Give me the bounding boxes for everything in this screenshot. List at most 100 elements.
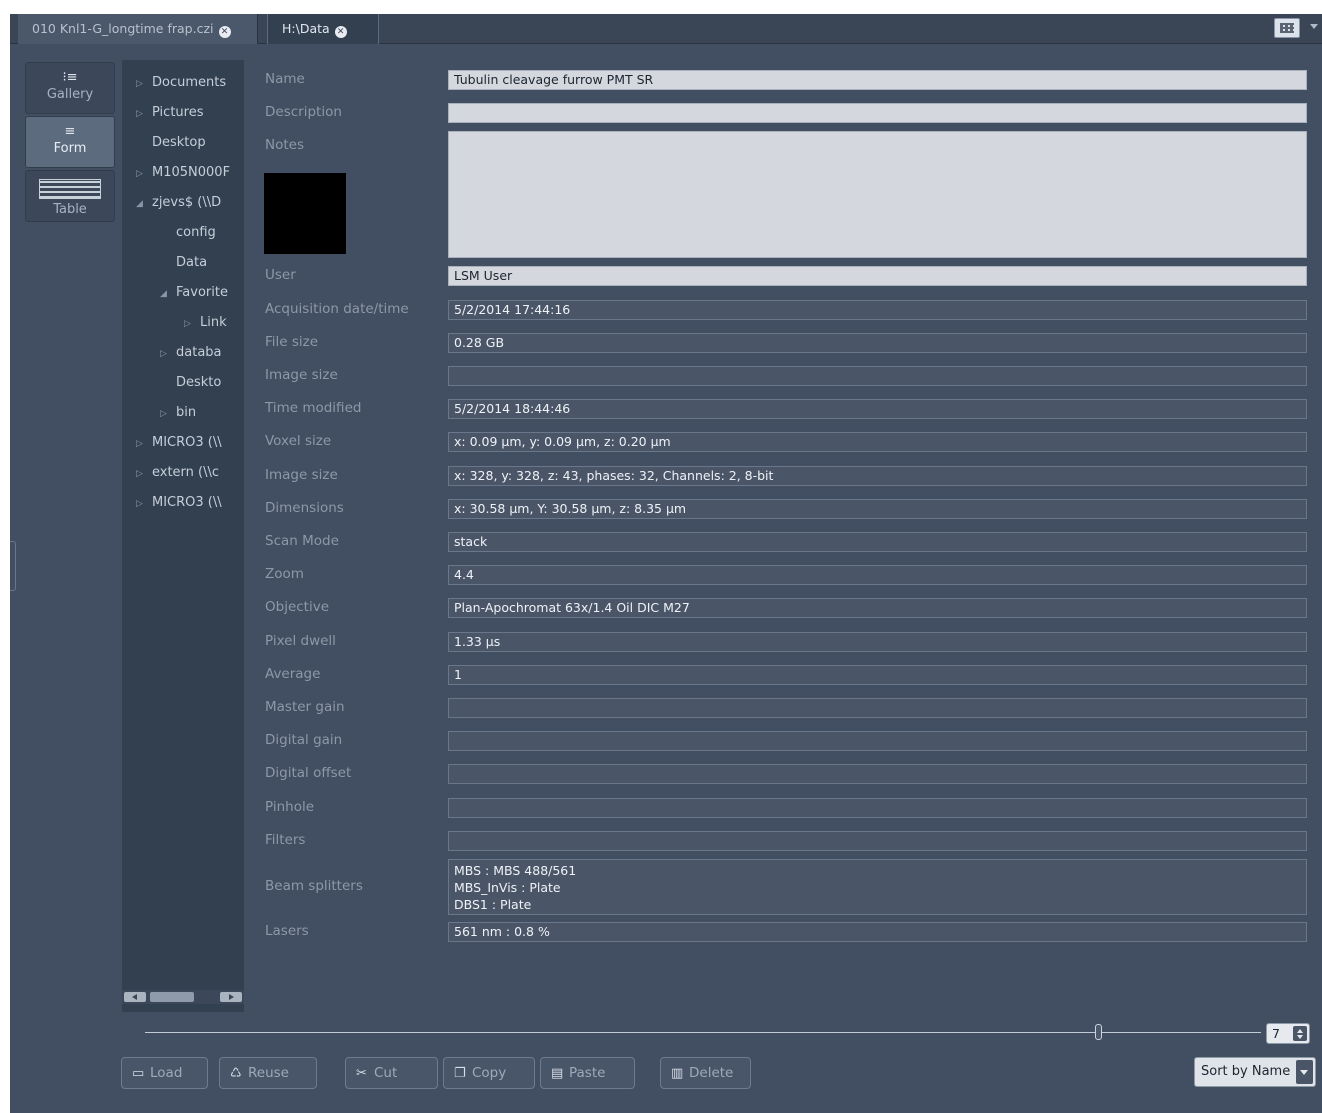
gallery-icon: ⁝≡: [62, 70, 78, 85]
tab-label: 010 Knl1-G_longtime frap.czi: [32, 21, 214, 36]
average-label: Average: [265, 666, 321, 682]
table-view-button[interactable]: Table: [25, 170, 115, 222]
tree-item[interactable]: ▷ Pictures: [136, 98, 203, 128]
tree-item[interactable]: ◢ Favorite: [160, 278, 228, 308]
delete-button[interactable]: ▥ Delete: [660, 1057, 751, 1089]
collapse-arrow-icon[interactable]: ◢: [160, 279, 176, 309]
view-switcher: ⁝≡ Gallery ≡ Form Table: [25, 62, 115, 224]
image-size-label-2: Image size: [265, 467, 338, 483]
digital-gain-label: Digital gain: [265, 732, 343, 748]
form-icon: ≡: [64, 124, 76, 139]
voxel-size-label: Voxel size: [265, 433, 332, 449]
description-field[interactable]: [448, 103, 1307, 123]
collapse-arrow-icon[interactable]: ◢: [136, 189, 152, 219]
folder-tree: ▷ Documents ▷ Pictures Desktop ▷ M105N000F …: [122, 60, 244, 1012]
image-thumbnail: [264, 173, 346, 254]
paste-button[interactable]: ▤ Paste: [540, 1057, 635, 1089]
tree-item[interactable]: Data: [176, 248, 207, 278]
user-label: User: [265, 267, 296, 283]
image-size-label: Image size: [265, 367, 338, 383]
zoom-field: 4.4: [448, 565, 1307, 585]
gallery-view-button[interactable]: ⁝≡ Gallery: [25, 62, 115, 114]
expand-arrow-icon[interactable]: ▷: [136, 459, 152, 489]
filters-label: Filters: [265, 832, 306, 848]
pixel-dwell-label: Pixel dwell: [265, 633, 336, 649]
tree-item[interactable]: ▷ M105N000F: [136, 158, 230, 188]
sort-dropdown[interactable]: Sort by Name: [1194, 1057, 1316, 1087]
slider-thumb[interactable]: [1095, 1024, 1102, 1040]
notes-field[interactable]: [448, 131, 1307, 258]
description-label: Description: [265, 104, 342, 120]
close-icon[interactable]: ✕: [334, 26, 347, 38]
digital-offset-field: [448, 764, 1307, 784]
expand-arrow-icon[interactable]: ▷: [184, 309, 200, 339]
pixel-dwell-field: 1.33 µs: [448, 632, 1307, 652]
file-size-field: 0.28 GB: [448, 333, 1307, 353]
expand-arrow-icon[interactable]: ▷: [136, 99, 152, 129]
scissors-icon: ✂: [356, 1066, 367, 1081]
tree-item[interactable]: ▷ MICRO3 (\\: [136, 488, 222, 518]
grid-view-menu-button[interactable]: [1274, 18, 1300, 38]
trash-icon: ▥: [671, 1066, 684, 1081]
file-browser-window: 010 Knl1-G_longtime frap.czi ✕ H:\Data ✕ ⁝…: [10, 14, 1322, 1113]
chevron-down-icon[interactable]: [1310, 24, 1318, 29]
beam-splitter-line: DBS1 : Plate: [454, 897, 532, 912]
scrollbar-thumb[interactable]: [150, 992, 194, 1002]
image-size-field: [448, 366, 1307, 386]
gallery-label: Gallery: [46, 87, 94, 102]
scan-mode-label: Scan Mode: [265, 533, 339, 549]
scroll-left-icon[interactable]: [124, 992, 146, 1002]
panel-collapse-handle[interactable]: [10, 541, 16, 591]
reuse-button[interactable]: ♺ Reuse: [219, 1057, 317, 1089]
pinhole-label: Pinhole: [265, 799, 315, 815]
grid-icon: [1280, 23, 1294, 33]
stepper-value: 7: [1272, 1026, 1280, 1041]
tab-czi-file[interactable]: 010 Knl1-G_longtime frap.czi ✕: [18, 14, 258, 44]
acquisition-datetime-label: Acquisition date/time: [265, 301, 409, 317]
tree-item[interactable]: ▷ Documents: [136, 68, 226, 98]
sort-label: Sort by Name: [1201, 1064, 1291, 1079]
close-icon[interactable]: ✕: [218, 26, 231, 38]
tree-horizontal-scrollbar[interactable]: [122, 990, 244, 1004]
scroll-right-icon[interactable]: [220, 992, 242, 1002]
expand-arrow-icon[interactable]: ▷: [136, 489, 152, 519]
name-field[interactable]: Tubulin cleavage furrow PMT SR: [448, 70, 1307, 90]
expand-arrow-icon[interactable]: ▷: [160, 339, 176, 369]
thumbnail-size-stepper[interactable]: 7: [1266, 1023, 1310, 1044]
form-view-button[interactable]: ≡ Form: [25, 116, 115, 168]
tree-item[interactable]: ▷ MICRO3 (\\: [136, 428, 222, 458]
copy-icon: ❐: [454, 1066, 466, 1081]
acquisition-datetime-field: 5/2/2014 17:44:16: [448, 300, 1307, 320]
pinhole-field: [448, 798, 1307, 818]
tab-label: H:\Data: [282, 21, 330, 36]
expand-arrow-icon[interactable]: ▷: [160, 399, 176, 429]
tab-data-folder[interactable]: H:\Data ✕: [267, 14, 379, 44]
expand-arrow-icon[interactable]: ▷: [136, 429, 152, 459]
tree-item[interactable]: Desktop: [152, 128, 206, 158]
cut-button[interactable]: ✂ Cut: [345, 1057, 438, 1089]
tree-item[interactable]: ▷ databa: [160, 338, 222, 368]
stepper-arrows-icon[interactable]: [1293, 1026, 1307, 1041]
lasers-label: Lasers: [265, 923, 309, 939]
file-size-label: File size: [265, 334, 319, 350]
tree-item[interactable]: ◢ zjevs$ (\\D: [136, 188, 221, 218]
tree-item[interactable]: config: [176, 218, 216, 248]
user-field[interactable]: LSM User: [448, 266, 1307, 286]
copy-button[interactable]: ❐ Copy: [443, 1057, 535, 1089]
voxel-size-field: x: 0.09 µm, y: 0.09 µm, z: 0.20 µm: [448, 432, 1307, 452]
beam-splitter-line: MBS : MBS 488/561: [454, 863, 577, 878]
table-label: Table: [53, 202, 87, 217]
tree-item[interactable]: ▷ extern (\\c: [136, 458, 219, 488]
load-button[interactable]: ▭ Load: [121, 1057, 208, 1089]
expand-arrow-icon[interactable]: ▷: [136, 159, 152, 189]
tree-item[interactable]: ▷ bin: [160, 398, 196, 428]
beam-splitter-line: MBS_InVis : Plate: [454, 880, 561, 895]
thumbnail-size-slider-track[interactable]: [145, 1032, 1261, 1033]
objective-field: Plan-Apochromat 63x/1.4 Oil DIC M27: [448, 598, 1307, 618]
lasers-field: 561 nm : 0.8 %: [448, 922, 1307, 942]
expand-arrow-icon[interactable]: ▷: [136, 69, 152, 99]
tree-item[interactable]: Deskto: [176, 368, 221, 398]
beam-splitters-field: MBS : MBS 488/561 MBS_InVis : Plate DBS1…: [448, 859, 1307, 915]
tree-item[interactable]: ▷ Link: [184, 308, 227, 338]
chevron-down-icon[interactable]: [1296, 1060, 1313, 1084]
